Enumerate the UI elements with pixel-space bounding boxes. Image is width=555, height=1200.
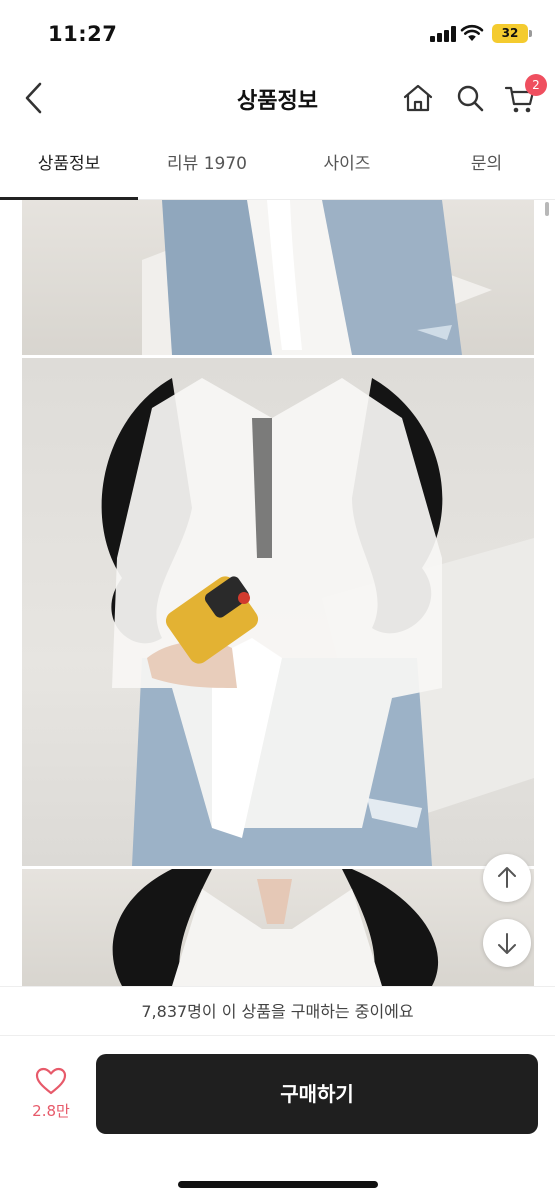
- home-indicator: [178, 1181, 378, 1188]
- back-button[interactable]: [18, 78, 52, 118]
- tab-product-info[interactable]: 상품정보: [0, 136, 138, 200]
- search-button[interactable]: [452, 80, 488, 116]
- top-navigation-bar: 상품정보 2: [0, 66, 555, 130]
- scroll-up-button[interactable]: [483, 854, 531, 902]
- battery-nub: [529, 30, 532, 37]
- buy-button[interactable]: 구매하기: [96, 1054, 538, 1134]
- battery-level: 32: [492, 24, 528, 43]
- home-icon: [403, 84, 433, 112]
- scrollbar[interactable]: [545, 202, 549, 216]
- like-count: 2.8만: [32, 1102, 70, 1120]
- heart-icon: [35, 1067, 67, 1095]
- buyers-count-banner: 7,837명이 이 상품을 구매하는 중이에요: [0, 986, 555, 1036]
- product-detail-content: [0, 200, 555, 986]
- tab-reviews[interactable]: 리뷰 1970: [138, 136, 276, 200]
- arrow-down-icon: [498, 933, 516, 954]
- status-bar: 11:27 32: [0, 0, 555, 66]
- arrow-up-icon: [498, 867, 516, 888]
- cellular-signal-icon: [430, 26, 456, 42]
- product-photo: [22, 358, 534, 866]
- like-button[interactable]: 2.8만: [20, 1065, 82, 1129]
- bottom-action-bar: 2.8만 구매하기: [0, 1037, 555, 1200]
- home-button[interactable]: [400, 80, 436, 116]
- tab-inquiry[interactable]: 문의: [418, 136, 555, 200]
- scroll-down-button[interactable]: [483, 919, 531, 967]
- cart-count-badge: 2: [525, 74, 547, 96]
- chevron-left-icon: [25, 82, 42, 114]
- search-icon: [457, 85, 484, 112]
- status-time: 11:27: [48, 22, 118, 46]
- tab-size[interactable]: 사이즈: [276, 136, 418, 200]
- product-photo: [22, 200, 534, 355]
- product-tabs: 상품정보 리뷰 1970 사이즈 문의: [0, 136, 555, 200]
- wifi-icon: [460, 24, 484, 41]
- product-photo: [22, 869, 534, 986]
